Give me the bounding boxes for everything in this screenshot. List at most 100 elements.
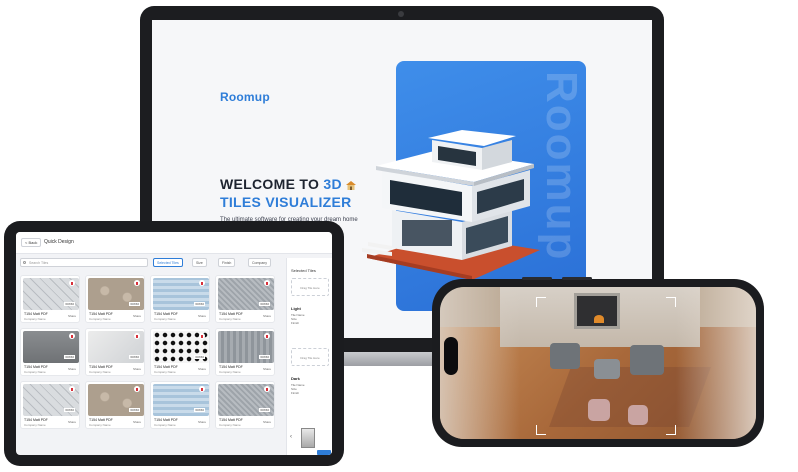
filter-size[interactable]: Size	[192, 258, 207, 267]
drop-zone-light[interactable]: Drag Tile Here	[291, 278, 329, 296]
sidebar-title: Selected Tiles	[291, 268, 316, 273]
tile-size: 60X60	[194, 355, 205, 359]
tile-company: Company Name	[219, 317, 241, 321]
filter-selected-tiles[interactable]: Selected Tiles	[153, 258, 183, 267]
tile-size: 60X60	[64, 408, 75, 412]
delete-icon[interactable]	[199, 280, 205, 286]
tile-size: 60X60	[259, 355, 270, 359]
back-button[interactable]: < Back	[21, 238, 42, 247]
share-link[interactable]: Share	[133, 367, 141, 371]
focus-corner	[666, 425, 676, 435]
delete-icon[interactable]	[264, 333, 270, 339]
tile-size: 60X60	[129, 355, 140, 359]
share-link[interactable]: Share	[263, 367, 271, 371]
phone-screen	[440, 287, 756, 439]
welcome-text: WELCOME TO	[220, 176, 324, 192]
delete-icon[interactable]	[199, 386, 205, 392]
light-tile-finish: Finish	[291, 321, 300, 325]
tile-size: 60X60	[129, 302, 140, 306]
tile-name: T154 Matt PDF	[89, 418, 113, 422]
camera-focus-frame	[536, 297, 676, 435]
tile-card[interactable]: 60X60 T154 Matt PDF Company Name Share	[85, 328, 145, 376]
delete-icon[interactable]	[134, 280, 140, 286]
laptop-camera	[398, 11, 404, 17]
share-link[interactable]: Share	[68, 314, 76, 318]
share-link[interactable]: Share	[198, 314, 206, 318]
share-link[interactable]: Share	[68, 420, 76, 424]
share-link[interactable]: Share	[263, 314, 271, 318]
tile-name: T154 Matt PDF	[89, 365, 113, 369]
tile-card[interactable]: 60X60 T154 Matt PDF Company Name Share	[85, 381, 145, 429]
light-label: Light	[291, 306, 301, 311]
tile-size: 60X60	[194, 302, 205, 306]
tile-size: 60X60	[259, 302, 270, 306]
search-input[interactable]: Search Tiles	[20, 258, 148, 267]
filter-company[interactable]: Company	[248, 258, 271, 267]
tile-company: Company Name	[219, 423, 241, 427]
tile-card[interactable]: 60X60 T154 Matt PDF Company Name Share	[150, 328, 210, 376]
tile-card[interactable]: 60X60 T154 Matt PDF Company Name Share	[85, 275, 145, 323]
tile-name: T154 Matt PDF	[154, 418, 178, 422]
apply-button[interactable]	[317, 450, 331, 455]
tile-size: 60X60	[129, 408, 140, 412]
filter-finish[interactable]: Finish	[218, 258, 236, 267]
tile-card[interactable]: 60X60 T154 Matt PDF Company Name Share	[150, 381, 210, 429]
delete-icon[interactable]	[69, 280, 75, 286]
phone-dynamic-island	[444, 337, 458, 375]
phone-side-button	[522, 277, 552, 280]
tile-name: T154 Matt PDF	[24, 312, 48, 316]
welcome-highlight: 3D	[323, 176, 342, 192]
focus-corner	[536, 425, 546, 435]
delete-icon[interactable]	[199, 333, 205, 339]
tile-size: 60X60	[64, 355, 75, 359]
tile-name: T154 Matt PDF	[219, 418, 243, 422]
delete-icon[interactable]	[134, 333, 140, 339]
tile-size: 60X60	[194, 408, 205, 412]
tile-company: Company Name	[24, 423, 46, 427]
tile-company: Company Name	[89, 370, 111, 374]
tile-card[interactable]: 60X60 T154 Matt PDF Company Name Share	[215, 275, 275, 323]
phone-device	[432, 277, 764, 447]
phone-side-button	[562, 277, 592, 280]
tile-company: Company Name	[89, 317, 111, 321]
chevron-left-icon[interactable]: ‹	[290, 434, 292, 440]
tile-card[interactable]: 60X60 T154 Matt PDF Company Name Share	[215, 381, 275, 429]
share-link[interactable]: Share	[198, 420, 206, 424]
share-link[interactable]: Share	[133, 314, 141, 318]
panel-watermark: Roomup	[537, 71, 586, 262]
search-icon	[23, 261, 26, 264]
tile-name: T154 Matt PDF	[24, 418, 48, 422]
tile-company: Company Name	[154, 370, 176, 374]
tile-name: T154 Matt PDF	[219, 312, 243, 316]
tablet-header: < Back Quick Design	[16, 232, 332, 254]
delete-icon[interactable]	[264, 280, 270, 286]
tile-company: Company Name	[219, 370, 241, 374]
delete-icon[interactable]	[69, 333, 75, 339]
tile-name: T154 Matt PDF	[154, 365, 178, 369]
tile-name: T154 Matt PDF	[219, 365, 243, 369]
drop-zone-dark[interactable]: Drag Tile Here	[291, 348, 329, 366]
share-link[interactable]: Share	[133, 420, 141, 424]
tile-card[interactable]: 60X60 T154 Matt PDF Company Name Share	[20, 328, 80, 376]
welcome-subheading: TILES VISUALIZER	[220, 194, 352, 210]
share-link[interactable]: Share	[68, 367, 76, 371]
dark-label: Dark	[291, 376, 300, 381]
tablet-device: < Back Quick Design Search Tiles Selecte…	[4, 221, 344, 466]
depth-blur-right	[676, 287, 756, 439]
share-link[interactable]: Share	[263, 420, 271, 424]
page-title: Quick Design	[44, 239, 74, 245]
focus-corner	[536, 297, 546, 307]
delete-icon[interactable]	[69, 386, 75, 392]
tile-company: Company Name	[24, 317, 46, 321]
tile-card[interactable]: 60X60 T154 Matt PDF Company Name Share	[20, 381, 80, 429]
delete-icon[interactable]	[264, 386, 270, 392]
tile-card[interactable]: 60X60 T154 Matt PDF Company Name Share	[20, 275, 80, 323]
room-preview-thumbnail[interactable]	[301, 428, 315, 448]
tile-card[interactable]: 60X60 T154 Matt PDF Company Name Share	[215, 328, 275, 376]
delete-icon[interactable]	[134, 386, 140, 392]
tile-size: 60X60	[64, 302, 75, 306]
share-link[interactable]: Share	[198, 367, 206, 371]
welcome-heading: WELCOME TO 3D	[220, 176, 357, 192]
brand-logo[interactable]: Roomup	[220, 90, 270, 104]
tile-card[interactable]: 60X60 T154 Matt PDF Company Name Share	[150, 275, 210, 323]
